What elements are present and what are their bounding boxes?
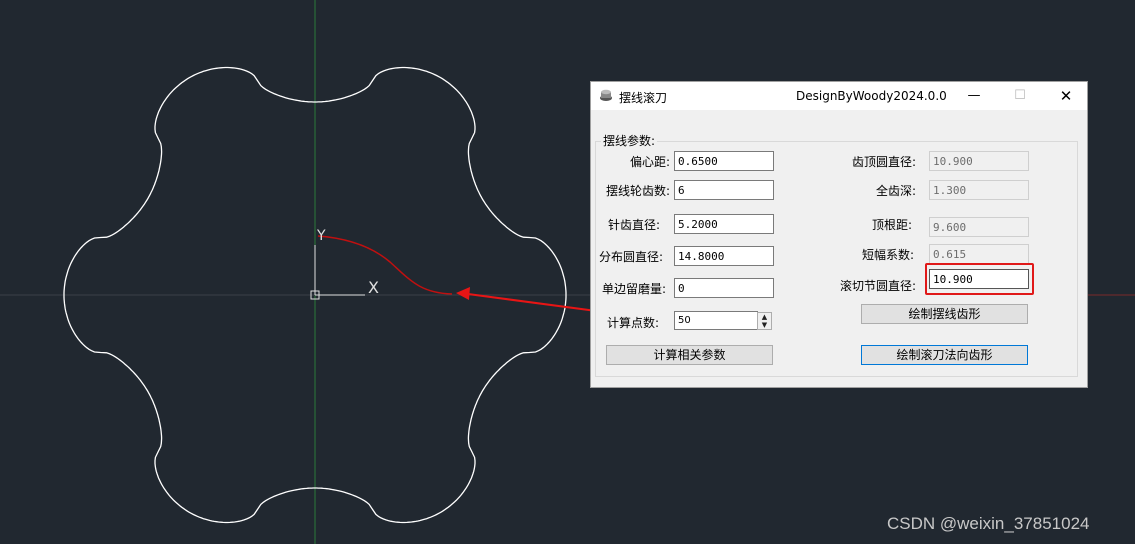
close-button[interactable]: ✕ — [1043, 82, 1089, 110]
pin-diameter-label: 针齿直径: — [607, 218, 660, 232]
full-depth-label: 全齿深: — [875, 184, 916, 198]
teeth-input[interactable] — [674, 180, 774, 200]
hob-tooth-curve — [317, 235, 453, 295]
minimize-button[interactable]: — — [951, 82, 997, 110]
maximize-icon: ☐ — [1014, 88, 1026, 103]
ucs-x-label: X — [368, 278, 379, 297]
draw-cycloid-button[interactable]: 绘制摆线齿形 — [861, 304, 1028, 324]
spin-up-icon[interactable]: ▲ — [758, 313, 771, 321]
pitch-diameter-input[interactable] — [674, 246, 774, 266]
title-bar: 摆线滚刀 DesignByWoody2024.0.0 — ☐ ✕ — [591, 82, 1087, 110]
full-depth-field — [929, 180, 1029, 200]
short-coef-field — [929, 244, 1029, 264]
grind-allowance-label: 单边留磨量: — [601, 282, 666, 296]
tip-diameter-field — [929, 151, 1029, 171]
draw-hob-button[interactable]: 绘制滚刀法向齿形 — [861, 345, 1028, 365]
pin-diameter-input[interactable] — [674, 214, 774, 234]
grind-allowance-input[interactable] — [674, 278, 774, 298]
points-input[interactable] — [674, 311, 758, 330]
maximize-button[interactable]: ☐ — [997, 82, 1043, 110]
eccentricity-input[interactable] — [674, 151, 774, 171]
points-label: 计算点数: — [606, 316, 659, 330]
eccentricity-label: 偏心距: — [629, 155, 670, 169]
hob-pitch-label: 滚切节圆直径: — [839, 279, 916, 293]
spin-down-icon[interactable]: ▼ — [758, 321, 771, 329]
group-label: 摆线参数: — [601, 132, 658, 149]
short-coef-label: 短幅系数: — [861, 248, 914, 262]
window-title: 摆线滚刀 — [619, 91, 668, 105]
hob-app-icon — [600, 89, 612, 101]
pitch-diameter-label: 分布圆直径: — [598, 250, 663, 264]
window-brand: DesignByWoody2024.0.0 — [796, 89, 947, 103]
points-spinner[interactable]: ▲ ▼ — [757, 312, 772, 330]
ucs-icon: Y X — [310, 228, 379, 300]
watermark: CSDN @weixin_37851024 — [887, 514, 1090, 533]
minimize-icon: — — [967, 88, 981, 103]
close-icon: ✕ — [1059, 87, 1073, 105]
tip-diameter-label: 齿顶圆直径: — [851, 155, 916, 169]
highlight-box — [925, 263, 1034, 295]
root-distance-label: 顶根距: — [871, 218, 912, 232]
ucs-y-label: Y — [316, 228, 326, 244]
calc-params-button[interactable]: 计算相关参数 — [606, 345, 773, 365]
teeth-label: 摆线轮齿数: — [605, 184, 670, 198]
root-distance-field — [929, 217, 1029, 237]
